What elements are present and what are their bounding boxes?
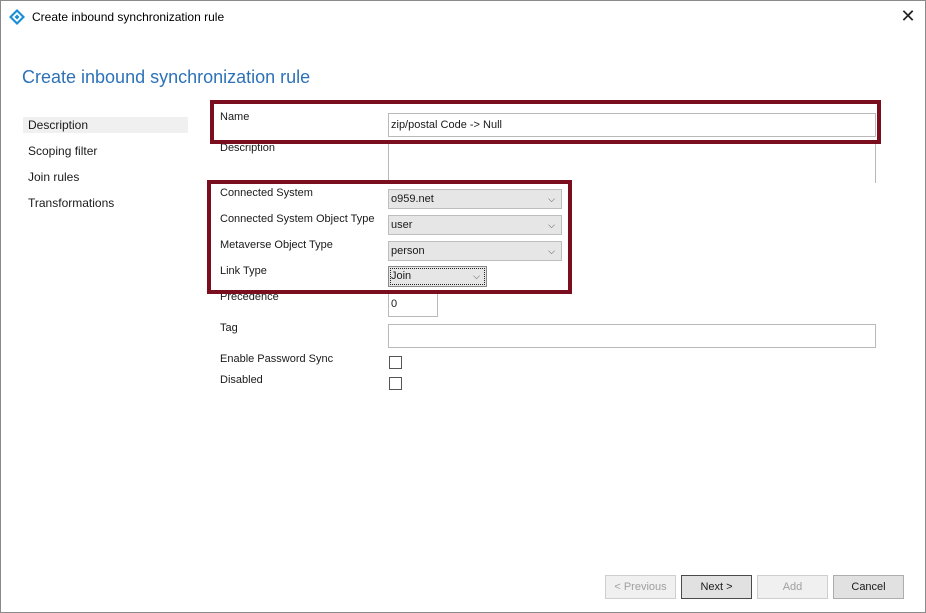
add-button[interactable]: Add bbox=[757, 575, 828, 599]
disabled-checkbox[interactable] bbox=[389, 377, 402, 390]
cs-object-type-label: Connected System Object Type bbox=[220, 213, 375, 225]
connected-system-label: Connected System bbox=[220, 187, 313, 199]
nav-item-transformations[interactable]: Transformations bbox=[23, 195, 188, 211]
enable-password-sync-label: Enable Password Sync bbox=[220, 353, 334, 365]
tag-input[interactable] bbox=[388, 324, 876, 348]
chevron-down-icon: ⌵ bbox=[473, 271, 480, 281]
chevron-down-icon: ⌵ bbox=[548, 194, 555, 204]
precedence-label: Precedence bbox=[220, 291, 279, 303]
window-title: Create inbound synchronization rule bbox=[32, 10, 225, 24]
mv-object-type-value: person bbox=[391, 245, 425, 257]
nav-item-join-rules[interactable]: Join rules bbox=[23, 169, 188, 185]
next-button[interactable]: Next > bbox=[681, 575, 752, 599]
chevron-down-icon: ⌵ bbox=[548, 246, 555, 256]
connected-system-dropdown[interactable]: o959.net ⌵ bbox=[388, 189, 562, 209]
precedence-input[interactable] bbox=[388, 290, 438, 317]
diamond-sync-icon bbox=[9, 9, 25, 25]
nav-item-scoping-filter[interactable]: Scoping filter bbox=[23, 143, 188, 159]
cs-object-type-value: user bbox=[391, 219, 413, 231]
description-input[interactable] bbox=[388, 143, 876, 183]
cs-object-type-dropdown[interactable]: user ⌵ bbox=[388, 215, 562, 235]
description-label: Description bbox=[220, 142, 276, 154]
close-icon: ✕ bbox=[900, 6, 916, 26]
connected-system-value: o959.net bbox=[391, 193, 434, 205]
name-label: Name bbox=[220, 111, 250, 123]
mv-object-type-dropdown[interactable]: person ⌵ bbox=[388, 241, 562, 261]
link-type-dropdown[interactable]: Join ⌵ bbox=[388, 266, 487, 287]
disabled-label: Disabled bbox=[220, 374, 263, 386]
tag-label: Tag bbox=[220, 322, 238, 334]
close-button[interactable]: ✕ bbox=[891, 1, 925, 32]
page-title: Create inbound synchronization rule bbox=[22, 67, 311, 87]
chevron-down-icon: ⌵ bbox=[548, 220, 555, 230]
enable-password-sync-checkbox[interactable] bbox=[389, 356, 402, 369]
cancel-button[interactable]: Cancel bbox=[833, 575, 904, 599]
dialog-window: Create inbound synchronization rule ✕ Cr… bbox=[0, 0, 926, 613]
nav-item-description[interactable]: Description bbox=[23, 117, 188, 133]
focus-rectangle bbox=[390, 268, 485, 285]
title-bar: Create inbound synchronization rule ✕ bbox=[1, 1, 925, 32]
name-input[interactable] bbox=[388, 113, 876, 137]
previous-button[interactable]: < Previous bbox=[605, 575, 676, 599]
link-type-label: Link Type bbox=[220, 265, 267, 277]
mv-object-type-label: Metaverse Object Type bbox=[220, 239, 333, 251]
